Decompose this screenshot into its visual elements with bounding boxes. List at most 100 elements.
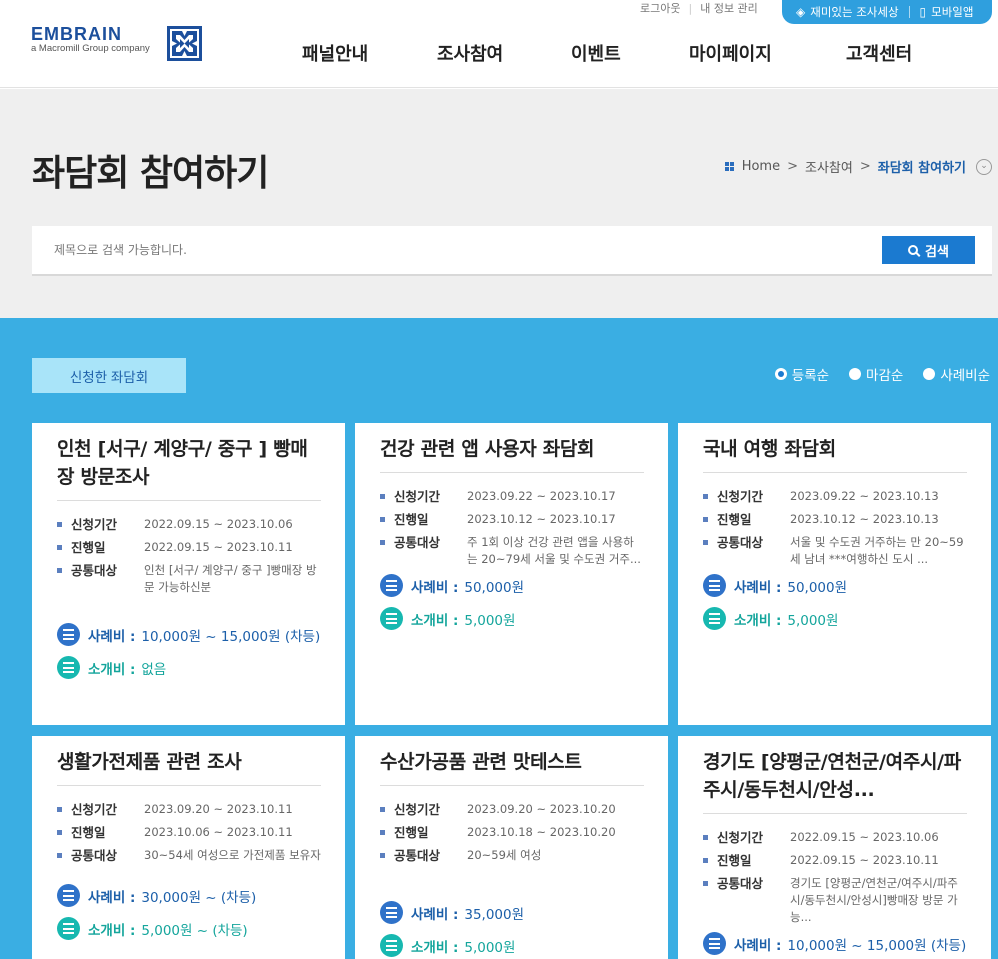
sort-registration[interactable]: 등록순	[774, 364, 830, 384]
embrain-logo[interactable]: EMBRAIN a Macromill Group company	[31, 24, 206, 64]
sort-options: 등록순 마감순 사례비순	[755, 364, 990, 384]
focus-group-card[interactable]: 건강 관련 앱 사용자 좌담회 신청기간 2023.09.22 ~ 2023.10…	[355, 423, 668, 725]
pay-label: 사례비 :	[734, 579, 782, 596]
radio-selected-icon	[774, 368, 787, 380]
pay-value: 10,000원 ~ 15,000원 (차등)	[141, 628, 321, 645]
my-info-link[interactable]: 내 정보 관리	[700, 0, 758, 16]
breadcrumb-survey[interactable]: 조사참여	[805, 157, 853, 176]
apply-period-value: 2023.09.20 ~ 2023.10.11	[144, 802, 293, 816]
breadcrumb-separator: >	[859, 159, 871, 174]
focus-group-card[interactable]: 국내 여행 좌담회 신청기간 2023.09.22 ~ 2023.10.13 진행…	[678, 423, 991, 725]
nav-panel-info[interactable]: 패널안내	[302, 40, 368, 66]
document-icon	[57, 917, 80, 940]
breadcrumb-current: 좌담회 참여하기	[877, 161, 966, 176]
card-title[interactable]: 생활가전제품 관련 조사	[57, 748, 321, 786]
site-header: EMBRAIN a Macromill Group company 로그아웃 |…	[0, 0, 998, 88]
card-info: 신청기간 2022.09.15 ~ 2023.10.06 진행일 2022.09.1…	[57, 516, 321, 596]
search-button[interactable]: 검색	[882, 236, 975, 264]
layers-icon: ◈	[796, 5, 806, 19]
pay-label: 사례비 :	[88, 889, 136, 906]
target-value: 주 1회 이상 건강 관련 앱을 사용하는 20~79세 서울 및 수도권 거주…	[467, 535, 641, 566]
sort-label: 마감순	[866, 368, 904, 384]
logout-link[interactable]: 로그아웃	[640, 0, 680, 16]
page-title: 좌담회 참여하기	[32, 153, 269, 194]
nav-events[interactable]: 이벤트	[571, 40, 621, 66]
apply-period-label: 신청기간	[57, 801, 144, 818]
referral-row: 소개비 : 5,000원	[380, 607, 644, 630]
target-value: 인천 [서구/ 계양구/ 중구 ]빵매장 방문 가능하신분	[144, 563, 317, 594]
apply-period-label: 신청기간	[380, 801, 467, 818]
apply-period-value: 2023.09.22 ~ 2023.10.13	[790, 489, 939, 503]
applied-focus-groups-button[interactable]: 신청한 좌담회	[32, 358, 186, 393]
referral-label: 소개비 :	[734, 612, 782, 629]
pill-divider	[908, 6, 910, 18]
focus-group-list-section: 신청한 좌담회 등록순 마감순 사례비순 인천 [서구/ 계양구/ 중구 ] 빵…	[0, 318, 998, 959]
card-title[interactable]: 인천 [서구/ 계양구/ 중구 ] 빵매장 방문조사	[57, 435, 321, 501]
sort-label: 등록순	[791, 368, 830, 384]
progress-date-value: 2022.09.15 ~ 2023.10.11	[144, 540, 293, 554]
target-label: 공통대상	[703, 534, 790, 568]
pay-value: 50,000원	[787, 579, 848, 596]
referral-value: 5,000원	[464, 612, 516, 629]
referral-row: 소개비 : 5,000원	[703, 607, 967, 630]
card-title[interactable]: 국내 여행 좌담회	[703, 435, 967, 473]
target-value: 서울 및 수도권 거주하는 만 20~59세 남녀 ***여행하신 도시 ...	[790, 535, 964, 566]
card-title[interactable]: 경기도 [양평군/연천군/여주시/파주시/동두천시/안성...	[703, 748, 967, 814]
breadcrumb-home[interactable]: Home	[742, 159, 780, 174]
progress-date-label: 진행일	[703, 511, 790, 528]
pay-value: 50,000원	[464, 579, 525, 596]
apply-period-value: 2023.09.22 ~ 2023.10.17	[467, 489, 616, 503]
fun-survey-link[interactable]: 재미있는 조사세상	[810, 4, 898, 20]
target-label: 공통대상	[703, 875, 790, 926]
focus-group-card[interactable]: 경기도 [양평군/연천군/여주시/파주시/동두천시/안성... 신청기간 2022…	[678, 736, 991, 959]
logo-wordmark: EMBRAIN	[31, 24, 122, 44]
document-icon	[703, 574, 726, 597]
util-pill-bar: ◈ 재미있는 조사세상 ▯ 모바일앱	[782, 0, 992, 24]
document-icon	[380, 901, 403, 924]
target-label: 공통대상	[57, 847, 144, 864]
document-icon	[703, 607, 726, 630]
nav-survey-participation[interactable]: 조사참여	[437, 40, 503, 66]
sort-deadline[interactable]: 마감순	[849, 364, 903, 384]
target-value: 30~54세 여성으로 가전제품 보유자	[144, 848, 321, 862]
focus-group-card[interactable]: 수산가공품 관련 맛테스트 신청기간 2023.09.20 ~ 2023.10.2…	[355, 736, 668, 959]
search-button-label: 검색	[925, 243, 949, 259]
sort-label: 사례비순	[940, 368, 990, 384]
card-info: 신청기간 2023.09.22 ~ 2023.10.17 진행일 2023.10.1…	[380, 488, 644, 568]
sort-reward[interactable]: 사례비순	[923, 364, 990, 384]
pay-row: 사례비 : 30,000원 ~ (차등)	[57, 884, 321, 907]
focus-group-card[interactable]: 인천 [서구/ 계양구/ 중구 ] 빵매장 방문조사 신청기간 2022.09.1…	[32, 423, 345, 725]
progress-date-value: 2023.10.06 ~ 2023.10.11	[144, 825, 293, 839]
referral-value: 5,000원	[787, 612, 839, 629]
target-label: 공통대상	[380, 847, 467, 864]
chevron-down-icon[interactable]: ⌄	[976, 158, 992, 175]
referral-label: 소개비 :	[411, 612, 459, 629]
search-bar: 검색	[32, 226, 992, 276]
apply-period-value: 2022.09.15 ~ 2023.10.06	[144, 517, 293, 531]
nav-mypage[interactable]: 마이페이지	[689, 40, 772, 66]
progress-date-label: 진행일	[57, 539, 144, 556]
radio-icon	[923, 368, 936, 380]
nav-customer-center[interactable]: 고객센터	[846, 40, 912, 66]
card-title[interactable]: 수산가공품 관련 맛테스트	[380, 748, 644, 786]
pay-value: 35,000원	[464, 906, 525, 923]
referral-row: 소개비 : 5,000원	[380, 934, 644, 957]
breadcrumb: Home > 조사참여 > 좌담회 참여하기 ⌄	[724, 157, 992, 176]
referral-row: 소개비 : 없음	[57, 656, 321, 679]
pay-value: 30,000원 ~ (차등)	[141, 889, 257, 906]
logo-tagline: a Macromill Group company	[31, 43, 150, 54]
referral-value: 없음	[141, 661, 167, 678]
target-value: 경기도 [양평군/연천군/여주시/파주시/동두천시/안성시]빵매장 방문 가능.…	[790, 876, 958, 924]
apply-period-label: 신청기간	[703, 829, 790, 846]
document-icon	[380, 574, 403, 597]
search-input[interactable]	[32, 226, 872, 274]
focus-group-card[interactable]: 생활가전제품 관련 조사 신청기간 2023.09.20 ~ 2023.10.11…	[32, 736, 345, 959]
pay-label: 사례비 :	[411, 579, 459, 596]
mobile-app-link[interactable]: 모바일앱	[931, 4, 973, 20]
card-title[interactable]: 건강 관련 앱 사용자 좌담회	[380, 435, 644, 473]
referral-label: 소개비 :	[411, 939, 459, 956]
pay-label: 사례비 :	[734, 937, 782, 954]
referral-row: 소개비 : 5,000원 ~ (차등)	[57, 917, 321, 940]
referral-label: 소개비 :	[88, 661, 136, 678]
pay-row: 사례비 : 10,000원 ~ 15,000원 (차등)	[703, 932, 967, 955]
